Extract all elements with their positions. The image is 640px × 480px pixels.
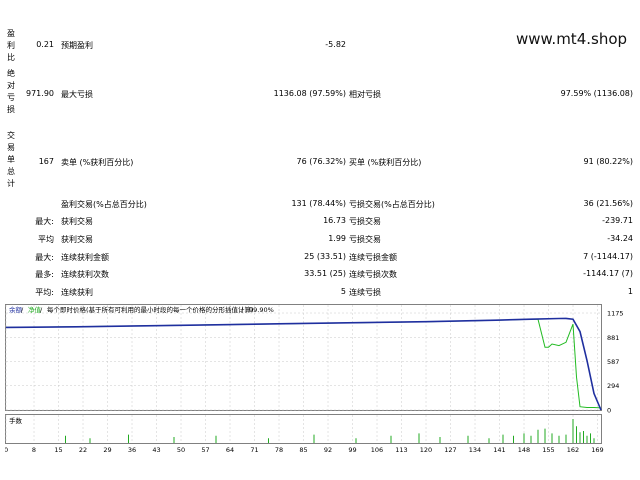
row-value-left: 33.51 (25) bbox=[304, 269, 346, 278]
row-value-right: 7 (-1144.17) bbox=[583, 252, 633, 261]
y-tick-label: 587 bbox=[607, 358, 619, 366]
x-tick-label: 92 bbox=[324, 446, 332, 454]
row-label-right: 亏损交易(%占总百分比) bbox=[349, 200, 435, 209]
row-value-right: 36 (21.56%) bbox=[583, 199, 633, 208]
y-tick-label: 881 bbox=[607, 334, 619, 342]
x-tick-label: 43 bbox=[152, 446, 160, 454]
row-value-left: 5 bbox=[340, 287, 346, 296]
y-tick-label: 294 bbox=[607, 382, 619, 390]
row-prefix: 最大: bbox=[35, 217, 54, 226]
x-tick-label: 78 bbox=[275, 446, 283, 454]
row-value-right: -34.24 bbox=[607, 234, 633, 243]
row-label-left: 连续获利 bbox=[61, 288, 93, 297]
row-label-right: 亏损交易 bbox=[349, 235, 381, 244]
row-value-left: 1.99 bbox=[328, 234, 346, 243]
x-tick-label: 148 bbox=[518, 446, 530, 454]
x-tick-label: 8 bbox=[32, 446, 36, 454]
x-tick-label: 57 bbox=[201, 446, 209, 454]
row-label-left: 连续获利金额 bbox=[61, 253, 109, 262]
row-label-left: 连续获利次数 bbox=[61, 270, 109, 279]
x-tick-label: 99 bbox=[348, 446, 356, 454]
relative-drawdown-label: 相对亏损 bbox=[349, 90, 381, 99]
absolute-drawdown-value: 971.90 bbox=[26, 89, 54, 98]
total-trades-value: 167 bbox=[38, 157, 54, 166]
row-label-right: 连续亏损金额 bbox=[349, 253, 397, 262]
expected-payoff-label: 预期盈利 bbox=[61, 41, 93, 50]
x-tick-label: 155 bbox=[542, 446, 554, 454]
x-tick-label: 162 bbox=[567, 446, 579, 454]
row-value-right: -1144.17 (7) bbox=[583, 269, 633, 278]
x-tick-label: 120 bbox=[420, 446, 432, 454]
short-positions-label: 卖单 (%获利百分比) bbox=[61, 158, 134, 167]
x-tick-label: 85 bbox=[299, 446, 307, 454]
long-positions-label: 买单 (%获利百分比) bbox=[349, 158, 422, 167]
long-positions-value: 91 (80.22%) bbox=[583, 157, 633, 166]
row-label-left: 获利交易 bbox=[61, 217, 93, 226]
chart-svg: 1175 881 587 294 0 0 8 15 22 29 36 43 50 57 64 71 78 85 92… bbox=[5, 304, 624, 454]
y-tick-label: 0 bbox=[607, 407, 611, 415]
x-tick-label: 127 bbox=[444, 446, 456, 454]
row-value-right: 1 bbox=[627, 287, 633, 296]
row-prefix: 最大: bbox=[35, 253, 54, 262]
row-value-left: 25 (33.51) bbox=[304, 252, 346, 261]
x-tick-label: 71 bbox=[250, 446, 258, 454]
x-tick-label: 106 bbox=[371, 446, 383, 454]
short-positions-value: 76 (76.32%) bbox=[296, 157, 346, 166]
relative-drawdown-value: 97.59% (1136.08) bbox=[560, 89, 633, 98]
x-tick-label: 36 bbox=[128, 446, 136, 454]
row-label-left: 获利交易 bbox=[61, 235, 93, 244]
row-prefix: 平均: bbox=[35, 288, 54, 297]
row-label-right: 亏损交易 bbox=[349, 217, 381, 226]
row-value-left: 16.73 bbox=[323, 216, 346, 225]
modelling-quality: 99.90% bbox=[249, 306, 274, 314]
max-drawdown-value: 1136.08 (97.59%) bbox=[273, 89, 346, 98]
balance-equity-chart: 1175 881 587 294 0 0 8 15 22 29 36 43 50 57 64 71 78 85 92… bbox=[5, 304, 635, 456]
absolute-drawdown-label: 绝 对 亏 损 bbox=[7, 69, 15, 114]
x-tick-label: 134 bbox=[469, 446, 481, 454]
x-tick-label: 29 bbox=[103, 446, 111, 454]
row-value-right: -239.71 bbox=[602, 216, 633, 225]
x-tick-label: 64 bbox=[226, 446, 234, 454]
max-drawdown-label: 最大亏损 bbox=[61, 90, 93, 99]
volume-label: 手数 bbox=[9, 416, 23, 425]
x-tick-label: 50 bbox=[177, 446, 185, 454]
legend-description: 每个即时价格(基于所有可利用的最小时段的每一个价格的分形插值计算) bbox=[47, 305, 254, 314]
row-label-left: 盈利交易(%占总百分比) bbox=[61, 200, 147, 209]
profit-factor-label: 盈 利 比 bbox=[7, 29, 15, 62]
total-trades-label: 交 易 单 总 计 bbox=[7, 131, 15, 188]
x-tick-label: 0 bbox=[5, 446, 8, 454]
row-label-right: 连续亏损 bbox=[349, 288, 381, 297]
expected-payoff-value: -5.82 bbox=[325, 40, 346, 49]
row-prefix: 最多: bbox=[35, 270, 54, 279]
x-tick-label: 113 bbox=[395, 446, 407, 454]
row-label-right: 连续亏损次数 bbox=[349, 270, 397, 279]
x-tick-label: 22 bbox=[79, 446, 87, 454]
watermark-text: www.mt4.shop bbox=[516, 30, 628, 48]
x-tick-label: 15 bbox=[54, 446, 62, 454]
row-value-left: 131 (78.44%) bbox=[291, 199, 346, 208]
profit-factor-value: 0.21 bbox=[36, 40, 54, 49]
y-tick-label: 1175 bbox=[607, 310, 624, 318]
x-tick-label: 141 bbox=[493, 446, 505, 454]
x-tick-label: 169 bbox=[591, 446, 603, 454]
row-prefix: 平均 bbox=[38, 235, 54, 244]
